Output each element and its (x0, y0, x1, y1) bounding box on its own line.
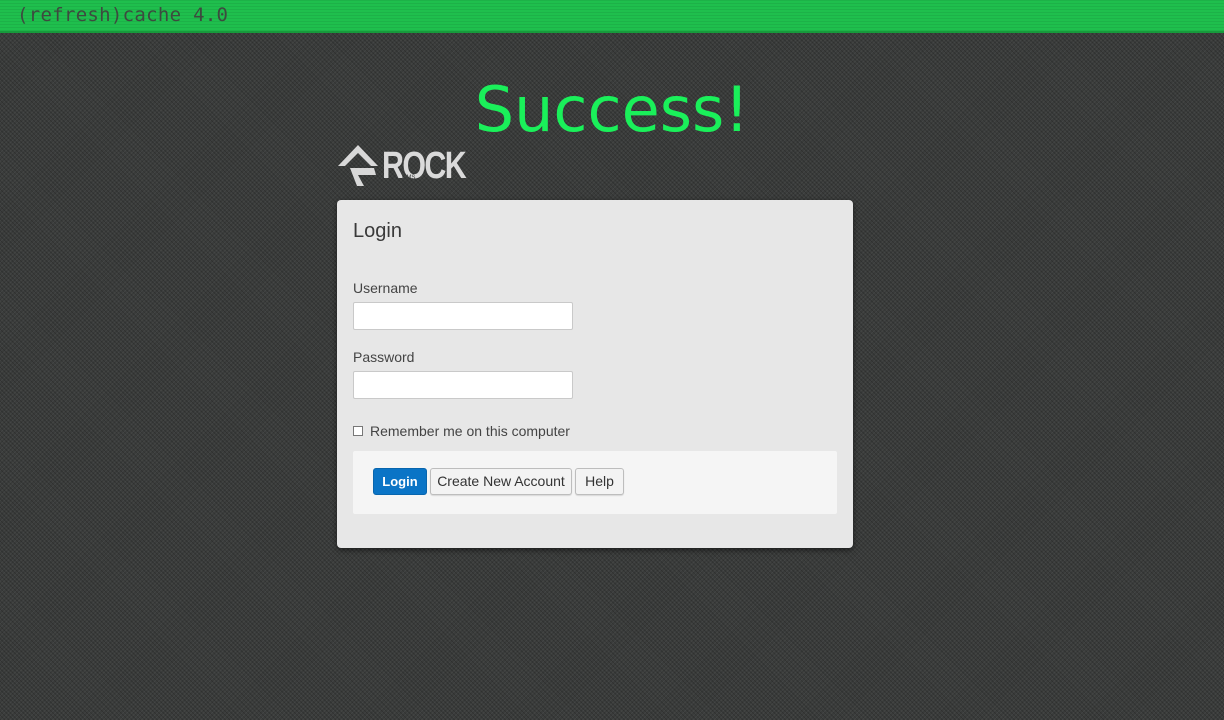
top-status-bar: (refresh)cache 4.0 (0, 0, 1224, 33)
logo-subtext: CMS (402, 175, 416, 181)
panel-title: Login (353, 220, 402, 242)
cache-status-text: (refresh)cache 4.0 (17, 4, 229, 26)
success-banner: Success! (474, 73, 750, 146)
login-button[interactable]: Login (373, 468, 427, 495)
username-label: Username (353, 280, 418, 296)
actions-bar: Login Create New Account Help (353, 451, 837, 514)
remember-me-label[interactable]: Remember me on this computer (370, 423, 570, 439)
logo-arrow-icon (338, 145, 378, 186)
login-panel: Login Username Password Remember me on t… (337, 200, 853, 548)
password-input[interactable] (353, 371, 573, 399)
username-input[interactable] (353, 302, 573, 330)
rock-cms-logo: ROCK CMS (336, 142, 467, 190)
create-account-button[interactable]: Create New Account (430, 468, 572, 495)
remember-me-row[interactable]: Remember me on this computer (353, 423, 570, 439)
logo-wordmark: ROCK (382, 145, 467, 187)
help-button[interactable]: Help (575, 468, 624, 495)
password-label: Password (353, 349, 415, 365)
remember-me-checkbox[interactable] (353, 426, 363, 436)
